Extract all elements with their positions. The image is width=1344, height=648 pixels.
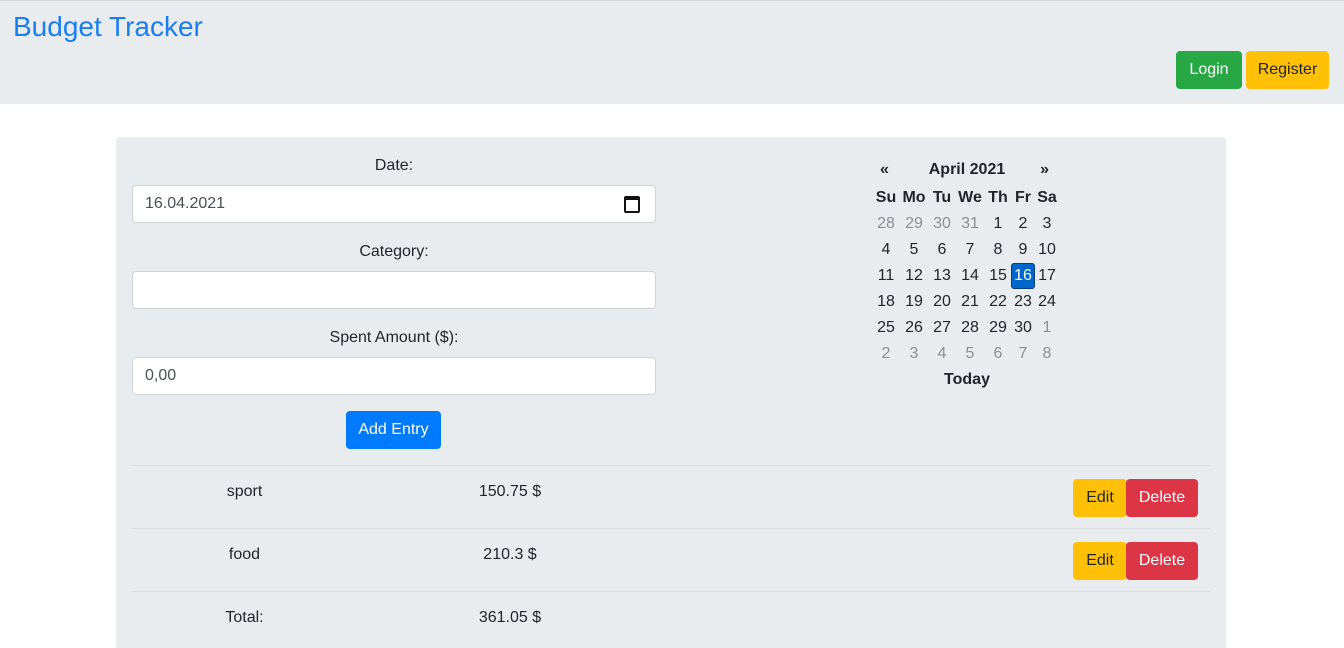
calendar-day[interactable]: 3 (1035, 211, 1059, 237)
weekday-label: Su (875, 189, 897, 206)
calendar-day[interactable]: 8 (1035, 341, 1059, 367)
calendar-day[interactable]: 8 (985, 237, 1011, 263)
weekday-label: We (958, 189, 982, 206)
calendar-day[interactable]: 19 (899, 289, 929, 315)
calendar-day[interactable]: 28 (955, 315, 985, 341)
calendar-day[interactable]: 24 (1035, 289, 1059, 315)
calendar-day[interactable]: 15 (985, 263, 1011, 289)
amount-label: Spent Amount ($): (329, 329, 459, 346)
date-label: Date: (374, 157, 414, 174)
amount-value: 0,00 (145, 367, 177, 384)
total-amount: 361.05 $ (478, 609, 542, 626)
calendar-day[interactable]: 1 (985, 211, 1011, 237)
calendar-day[interactable]: 5 (899, 237, 929, 263)
calendar-day[interactable]: 16 (1011, 263, 1035, 289)
calendar-day[interactable]: 28 (873, 211, 899, 237)
calendar-day[interactable]: 7 (1011, 341, 1035, 367)
calendar-day[interactable]: 9 (1011, 237, 1035, 263)
edit-button[interactable]: Edit (1073, 479, 1127, 517)
calendar-day[interactable]: 11 (873, 263, 899, 289)
calendar-header: April 2021 « » (873, 159, 1061, 185)
calendar-icon[interactable] (624, 196, 640, 213)
calendar-day[interactable]: 10 (1035, 237, 1059, 263)
edit-button[interactable]: Edit (1073, 542, 1127, 580)
calendar-day[interactable]: 4 (873, 237, 899, 263)
calendar-prev-button[interactable]: « (880, 161, 889, 179)
amount-input[interactable]: 0,00 (132, 357, 656, 395)
calendar-day[interactable]: 2 (873, 341, 899, 367)
calendar-day[interactable]: 7 (955, 237, 985, 263)
calendar-today-button[interactable]: Today (873, 367, 1061, 393)
calendar-day[interactable]: 29 (899, 211, 929, 237)
brand-title[interactable]: Budget Tracker (13, 11, 203, 43)
weekday-label: Tu (932, 189, 952, 206)
weekday-label: Fr (1015, 189, 1031, 206)
calendar-month-title[interactable]: April 2021 (873, 161, 1061, 179)
calendar-day[interactable]: 18 (873, 289, 899, 315)
entry-row: sport 150.75 $ Edit Delete (132, 465, 1210, 528)
date-input[interactable]: 16.04.2021 (132, 185, 656, 223)
calendar-day[interactable]: 26 (899, 315, 929, 341)
calendar-day[interactable]: 14 (955, 263, 985, 289)
calendar-day[interactable]: 23 (1011, 289, 1035, 315)
register-button[interactable]: Register (1246, 51, 1329, 89)
navbar: Budget Tracker Login Register (0, 0, 1344, 104)
calendar-day[interactable]: 27 (929, 315, 955, 341)
entry-row: food 210.3 $ Edit Delete (132, 528, 1210, 591)
calendar-day[interactable]: 6 (929, 237, 955, 263)
calendar-day[interactable]: 29 (985, 315, 1011, 341)
category-input[interactable] (132, 271, 656, 309)
calendar-day[interactable]: 21 (955, 289, 985, 315)
calendar-day[interactable]: 13 (929, 263, 955, 289)
calendar-day[interactable]: 25 (873, 315, 899, 341)
delete-button[interactable]: Delete (1126, 542, 1198, 580)
weekday-label: Sa (1037, 189, 1057, 206)
calendar-day[interactable]: 4 (929, 341, 955, 367)
weekday-label: Mo (902, 189, 926, 206)
entry-amount: 210.3 $ (483, 546, 537, 563)
calendar-day[interactable]: 31 (955, 211, 985, 237)
calendar-day[interactable]: 17 (1035, 263, 1059, 289)
calendar-day[interactable]: 6 (985, 341, 1011, 367)
calendar-day[interactable]: 2 (1011, 211, 1035, 237)
entry-category: food (228, 546, 261, 563)
calendar-day[interactable]: 3 (899, 341, 929, 367)
calendar-day[interactable]: 12 (899, 263, 929, 289)
weekday-label: Th (988, 189, 1008, 206)
calendar-day[interactable]: 1 (1035, 315, 1059, 341)
delete-button[interactable]: Delete (1126, 479, 1198, 517)
calendar-day[interactable]: 30 (1011, 315, 1035, 341)
add-entry-button[interactable]: Add Entry (346, 411, 441, 449)
category-label: Category: (359, 243, 429, 260)
entry-category: sport (226, 483, 263, 500)
calendar-day[interactable]: 20 (929, 289, 955, 315)
calendar-day[interactable]: 30 (929, 211, 955, 237)
total-row: Total: 361.05 $ (132, 591, 1210, 648)
entry-amount: 150.75 $ (478, 483, 542, 500)
date-value: 16.04.2021 (145, 195, 226, 212)
calendar-next-button[interactable]: » (1040, 161, 1049, 179)
calendar-grid: Su Mo Tu We Th Fr Sa 28 29 30 31 1 2 3 4 5 6 7 8 9 10… (873, 185, 1061, 367)
budget-panel: Date: 16.04.2021 Category: Spent Amount … (116, 137, 1226, 648)
calendar-day[interactable]: 22 (985, 289, 1011, 315)
calendar-day[interactable]: 5 (955, 341, 985, 367)
calendar-widget: April 2021 « » Su Mo Tu We Th Fr Sa 28 29… (873, 159, 1061, 393)
total-label: Total: (225, 609, 264, 626)
login-button[interactable]: Login (1176, 51, 1242, 89)
